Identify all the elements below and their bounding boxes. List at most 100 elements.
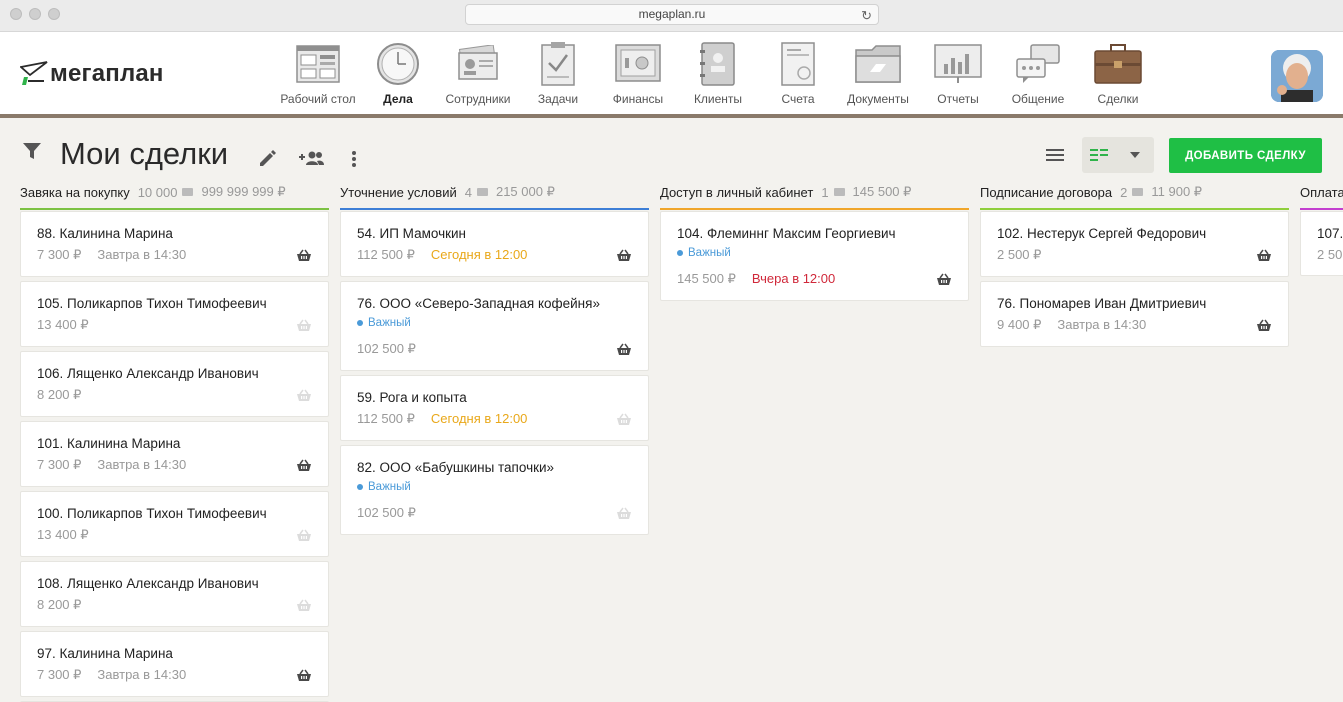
more-options-icon[interactable] xyxy=(351,150,357,168)
basket-icon[interactable] xyxy=(936,273,952,286)
add-deal-button[interactable]: ДОБАВИТЬ СДЕЛКУ xyxy=(1169,138,1322,173)
deal-due: Завтра в 14:30 xyxy=(1057,317,1147,332)
nav-item-tasks[interactable]: Задачи xyxy=(518,40,598,106)
deal-amount: 13 400 ₽ xyxy=(37,527,89,542)
basket-icon[interactable] xyxy=(296,599,312,612)
deal-title: 107. xyxy=(1317,226,1343,241)
reload-icon[interactable]: ↻ xyxy=(861,6,872,25)
basket-icon[interactable] xyxy=(296,389,312,402)
board-column: Подписание договора 2 11 900 ₽ 102. Нест… xyxy=(980,184,1289,351)
basket-icon[interactable] xyxy=(1256,319,1272,332)
app-header: мегаплан Рабочий стол Дела Сотрудники За… xyxy=(0,32,1343,118)
nav-item-deals-tasks[interactable]: Дела xyxy=(358,40,438,106)
logo-text: мегаплан xyxy=(50,60,164,87)
deal-due: Завтра в 14:30 xyxy=(97,247,187,262)
deal-card[interactable]: 88. Калинина Марина 7 300 ₽ Завтра в 14:3… xyxy=(20,211,329,277)
address-bar[interactable]: megaplan.ru ↻ xyxy=(465,4,879,25)
deal-amount: 112 500 ₽ xyxy=(357,411,415,426)
column-color-line xyxy=(340,208,649,210)
tasks-icon xyxy=(541,42,575,86)
deal-amount: 2 50 xyxy=(1317,247,1343,262)
add-participant-icon[interactable] xyxy=(298,150,324,166)
deal-amount: 102 500 ₽ xyxy=(357,505,416,520)
nav-label-reports: Отчеты xyxy=(937,92,979,106)
nav-label-invoices: Счета xyxy=(781,92,815,106)
deal-card[interactable]: 106. Лященко Александр Иванович 8 200 ₽ xyxy=(20,351,329,417)
basket-icon[interactable] xyxy=(1256,249,1272,262)
address-bar-url: megaplan.ru xyxy=(638,7,706,21)
kanban-view-toggle[interactable] xyxy=(1082,137,1154,173)
deal-title: 106. Лященко Александр Иванович xyxy=(37,366,259,381)
nav-item-documents[interactable]: Документы xyxy=(838,40,918,106)
list-view-icon[interactable] xyxy=(1045,146,1065,164)
basket-icon[interactable] xyxy=(616,249,632,262)
deals-bag-icon xyxy=(476,188,488,196)
column-header: Завяка на покупку 10 000 999 999 999 ₽ xyxy=(20,184,329,208)
basket-icon[interactable] xyxy=(296,459,312,472)
nav-item-communication[interactable]: Общение xyxy=(998,40,1078,106)
deal-tag-label: Важный xyxy=(688,247,731,259)
close-window-button[interactable] xyxy=(10,8,22,20)
deal-title: 102. Нестерук Сергей Федорович xyxy=(997,226,1207,241)
deal-card[interactable]: 100. Поликарпов Тихон Тимофеевич 13 400 … xyxy=(20,491,329,557)
deal-amount: 112 500 ₽ xyxy=(357,247,415,262)
avatar[interactable] xyxy=(1271,50,1323,102)
filter-icon[interactable] xyxy=(22,142,42,160)
column-count: 1 xyxy=(821,184,829,200)
deal-card[interactable]: 82. ООО «Бабушкины тапочки» Важный 102 5… xyxy=(340,445,649,535)
edit-pencil-icon[interactable] xyxy=(258,148,278,168)
nav-item-employees[interactable]: Сотрудники xyxy=(438,40,518,106)
deal-title: 108. Лященко Александр Иванович xyxy=(37,576,259,591)
nav-label-clients: Клиенты xyxy=(693,92,743,106)
nav-item-desktop[interactable]: Рабочий стол xyxy=(278,40,358,106)
deal-card[interactable]: 59. Рога и копыта 112 500 ₽ Сегодня в 12:… xyxy=(340,375,649,441)
nav-label-deals: Сделки xyxy=(1097,92,1139,106)
clock-icon xyxy=(377,43,419,85)
logo[interactable]: мегаплан xyxy=(20,60,164,88)
invoice-icon xyxy=(781,42,815,86)
safe-icon xyxy=(615,44,661,82)
briefcase-icon xyxy=(1094,44,1142,84)
minimize-window-button[interactable] xyxy=(29,8,41,20)
basket-icon[interactable] xyxy=(616,507,632,520)
nav-item-finances[interactable]: Финансы xyxy=(598,40,678,106)
folder-icon xyxy=(855,45,901,83)
deal-card[interactable]: 105. Поликарпов Тихон Тимофеевич 13 400 … xyxy=(20,281,329,347)
deal-card[interactable]: 107. 2 50 xyxy=(1300,211,1343,276)
deals-bag-icon xyxy=(1132,188,1144,196)
deal-amount: 8 200 ₽ xyxy=(37,597,82,612)
deal-amount: 7 300 ₽ xyxy=(37,667,82,682)
board-column: Уточнение условий 4 215 000 ₽ 54. ИП Мам… xyxy=(340,184,649,539)
deal-title: 97. Калинина Марина xyxy=(37,646,173,661)
column-header: Подписание договора 2 11 900 ₽ xyxy=(980,184,1289,208)
column-title: Подписание договора xyxy=(980,184,1113,200)
nav-item-clients[interactable]: Клиенты xyxy=(678,40,758,106)
column-color-line xyxy=(20,208,329,210)
deal-amount: 7 300 ₽ xyxy=(37,457,82,472)
column-title: Доступ в личный кабинет xyxy=(660,184,814,200)
nav-item-invoices[interactable]: Счета xyxy=(758,40,838,106)
nav-item-deals[interactable]: Сделки xyxy=(1078,40,1158,106)
nav-label-deals-tasks: Дела xyxy=(383,92,413,106)
basket-icon[interactable] xyxy=(616,413,632,426)
basket-icon[interactable] xyxy=(616,343,632,356)
deal-card[interactable]: 104. Флеминнг Максим Георгиевич Важный 1… xyxy=(660,211,969,301)
basket-icon[interactable] xyxy=(296,319,312,332)
deal-card[interactable]: 108. Лященко Александр Иванович 8 200 ₽ xyxy=(20,561,329,627)
employees-icon xyxy=(458,45,498,80)
board-column: Завяка на покупку 10 000 999 999 999 ₽ 8… xyxy=(20,184,329,702)
deal-card[interactable]: 97. Калинина Марина 7 300 ₽ Завтра в 14:3… xyxy=(20,631,329,697)
nav-item-reports[interactable]: Отчеты xyxy=(918,40,998,106)
deal-card[interactable]: 76. Пономарев Иван Дмитриевич 9 400 ₽ Зав… xyxy=(980,281,1289,347)
deal-card[interactable]: 76. ООО «Северо-Западная кофейня» Важный… xyxy=(340,281,649,371)
report-icon xyxy=(934,44,982,83)
tag-dot-icon xyxy=(357,484,363,490)
deal-card[interactable]: 101. Калинина Марина 7 300 ₽ Завтра в 14:… xyxy=(20,421,329,487)
deal-card[interactable]: 102. Нестерук Сергей Федорович 2 500 ₽ xyxy=(980,211,1289,277)
column-total: 11 900 ₽ xyxy=(1151,184,1203,199)
deal-card[interactable]: 54. ИП Мамочкин 112 500 ₽ Сегодня в 12:00 xyxy=(340,211,649,277)
basket-icon[interactable] xyxy=(296,529,312,542)
basket-icon[interactable] xyxy=(296,249,312,262)
basket-icon[interactable] xyxy=(296,669,312,682)
maximize-window-button[interactable] xyxy=(48,8,60,20)
